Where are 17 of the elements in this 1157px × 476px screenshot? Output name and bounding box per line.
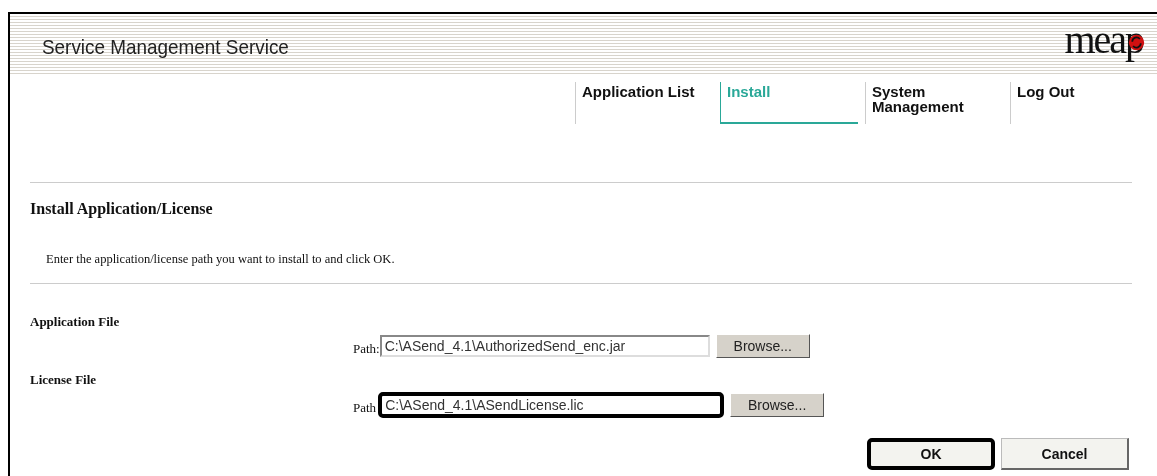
path-label: Path [353,398,377,416]
nav-tab[interactable]: Log Out [1010,82,1155,124]
nav-tab[interactable]: Application List [575,82,720,124]
instruction-text: Enter the application/license path you want to install to and click OK. [46,252,396,267]
path-label: Path: [353,339,380,357]
action-button[interactable]: Cancel [1001,438,1129,470]
browse-button[interactable]: Browse... [730,393,825,417]
section-heading: Install Application/License [30,200,214,218]
action-button[interactable]: OK [867,438,995,470]
field-label: Application File [30,314,121,330]
path-field[interactable]: C:\ASend_4.1\AuthorizedSend_enc.jar [379,335,710,357]
app-title: Service Management Service [42,34,289,59]
logo-mark-icon [1128,34,1145,51]
browse-button[interactable]: Browse... [715,334,810,358]
path-field[interactable]: C:\ASend_4.1\ASendLicense.lic [378,392,725,418]
field-label: License File [30,372,98,388]
nav-tab[interactable]: System Management [865,82,1010,124]
